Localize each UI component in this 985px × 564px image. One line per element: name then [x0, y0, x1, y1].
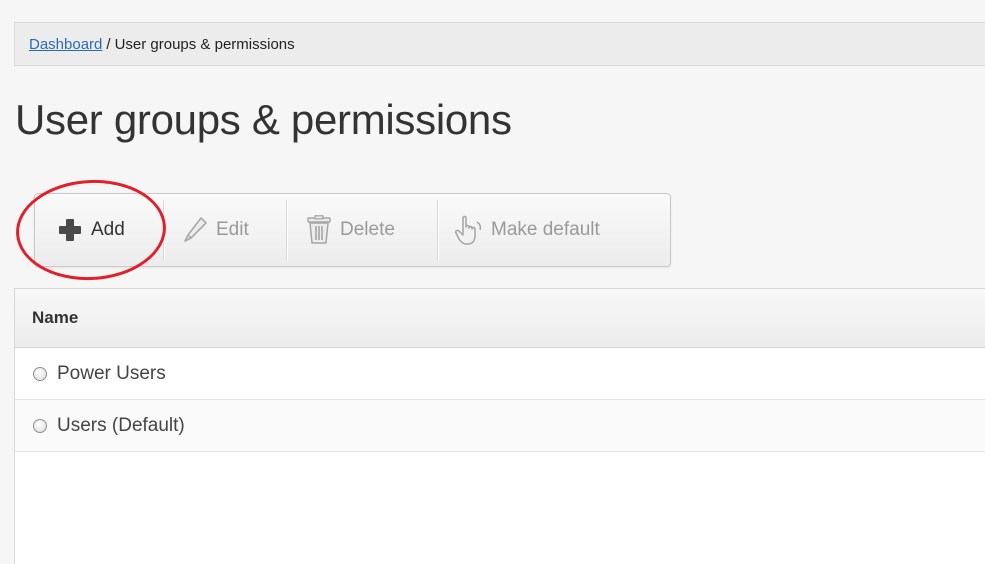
add-button[interactable]: Add: [57, 194, 125, 266]
row-name: Users (Default): [57, 414, 185, 436]
breadcrumb-dashboard-link[interactable]: Dashboard: [29, 36, 102, 53]
column-header-name[interactable]: Name: [15, 289, 985, 348]
toolbar-divider: [286, 200, 288, 260]
edit-button[interactable]: Edit: [182, 194, 249, 266]
breadcrumb: Dashboard / User groups & permissions: [14, 22, 985, 66]
breadcrumb-separator: /: [106, 35, 111, 53]
page-title: User groups & permissions: [15, 96, 512, 143]
table-row[interactable]: Power Users: [15, 348, 985, 400]
delete-button-label: Delete: [340, 219, 395, 240]
edit-button-label: Edit: [216, 219, 249, 240]
row-select-radio[interactable]: [33, 366, 47, 381]
toolbar-divider: [437, 200, 439, 260]
make-default-button[interactable]: Make default: [453, 194, 600, 266]
plus-icon: [57, 217, 83, 243]
action-toolbar: Add Edit Delete Make default: [34, 193, 671, 267]
hand-pointer-icon: [453, 214, 483, 246]
user-groups-table: Name Power Users Users (Default): [14, 288, 985, 564]
pencil-icon: [182, 216, 208, 244]
make-default-button-label: Make default: [491, 219, 600, 240]
breadcrumb-current: User groups & permissions: [114, 35, 295, 53]
toolbar-divider: [163, 200, 165, 260]
row-select-radio[interactable]: [33, 418, 47, 433]
delete-button[interactable]: Delete: [306, 194, 395, 266]
add-button-label: Add: [91, 219, 125, 240]
trash-icon: [306, 215, 332, 245]
column-header-label: Name: [32, 308, 79, 327]
user-groups-page: Dashboard / User groups & permissions Us…: [0, 0, 985, 564]
row-name: Power Users: [57, 362, 166, 384]
table-row[interactable]: Users (Default): [15, 400, 985, 452]
